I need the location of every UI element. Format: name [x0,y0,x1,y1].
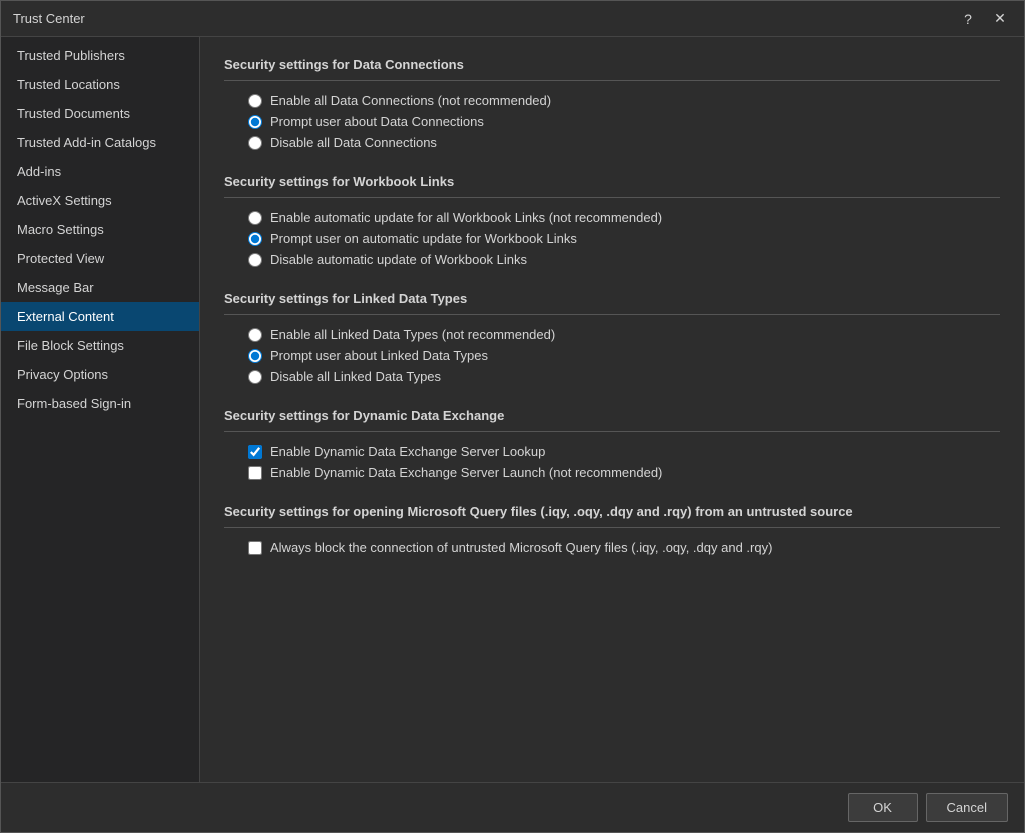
section-data-connections: Security settings for Data Connections En… [224,57,1000,150]
content-area: Trusted PublishersTrusted LocationsTrust… [1,37,1024,782]
section-title-linked-data-types: Security settings for Linked Data Types [224,291,1000,306]
sidebar-item-privacy-options[interactable]: Privacy Options [1,360,199,389]
input-wl-disable[interactable] [248,253,262,267]
label-dc-disable: Disable all Data Connections [270,135,437,150]
option-ldt-prompt[interactable]: Prompt user about Linked Data Types [248,348,1000,363]
option-ldt-disable[interactable]: Disable all Linked Data Types [248,369,1000,384]
section-workbook-links: Security settings for Workbook Links Enab… [224,174,1000,267]
sidebar-item-protected-view[interactable]: Protected View [1,244,199,273]
option-dde-launch[interactable]: Enable Dynamic Data Exchange Server Laun… [248,465,1000,480]
input-wl-prompt[interactable] [248,232,262,246]
input-dc-disable[interactable] [248,136,262,150]
label-dc-prompt: Prompt user about Data Connections [270,114,484,129]
option-group-workbook-links: Enable automatic update for all Workbook… [224,210,1000,267]
input-ldt-prompt[interactable] [248,349,262,363]
main-content: Security settings for Data Connections En… [200,37,1024,782]
option-ldt-enable[interactable]: Enable all Linked Data Types (not recomm… [248,327,1000,342]
section-divider-data-connections [224,80,1000,81]
option-mq-block[interactable]: Always block the connection of untrusted… [248,540,1000,555]
label-ldt-prompt: Prompt user about Linked Data Types [270,348,488,363]
section-linked-data-types: Security settings for Linked Data Types E… [224,291,1000,384]
help-button[interactable]: ? [956,7,980,31]
option-dc-enable[interactable]: Enable all Data Connections (not recomme… [248,93,1000,108]
label-dde-lookup: Enable Dynamic Data Exchange Server Look… [270,444,545,459]
dialog-title: Trust Center [13,11,85,26]
sidebar-item-trusted-publishers[interactable]: Trusted Publishers [1,41,199,70]
sidebar-item-form-based-sign-in[interactable]: Form-based Sign-in [1,389,199,418]
option-group-data-connections: Enable all Data Connections (not recomme… [224,93,1000,150]
option-dc-prompt[interactable]: Prompt user about Data Connections [248,114,1000,129]
sidebar: Trusted PublishersTrusted LocationsTrust… [1,37,200,782]
input-ldt-enable[interactable] [248,328,262,342]
option-dc-disable[interactable]: Disable all Data Connections [248,135,1000,150]
label-mq-block: Always block the connection of untrusted… [270,540,772,555]
section-dynamic-data-exchange: Security settings for Dynamic Data Excha… [224,408,1000,480]
sidebar-item-add-ins[interactable]: Add-ins [1,157,199,186]
label-dde-launch: Enable Dynamic Data Exchange Server Laun… [270,465,662,480]
section-title-dynamic-data-exchange: Security settings for Dynamic Data Excha… [224,408,1000,423]
section-microsoft-query: Security settings for opening Microsoft … [224,504,1000,555]
input-dc-prompt[interactable] [248,115,262,129]
label-dc-enable: Enable all Data Connections (not recomme… [270,93,551,108]
option-wl-prompt[interactable]: Prompt user on automatic update for Work… [248,231,1000,246]
footer: OK Cancel [1,782,1024,832]
title-bar-right: ? ✕ [956,7,1012,31]
title-bar-left: Trust Center [13,11,85,26]
section-title-workbook-links: Security settings for Workbook Links [224,174,1000,189]
option-wl-disable[interactable]: Disable automatic update of Workbook Lin… [248,252,1000,267]
option-wl-enable[interactable]: Enable automatic update for all Workbook… [248,210,1000,225]
label-wl-enable: Enable automatic update for all Workbook… [270,210,662,225]
sidebar-item-macro-settings[interactable]: Macro Settings [1,215,199,244]
cancel-button[interactable]: Cancel [926,793,1008,822]
sidebar-item-activex-settings[interactable]: ActiveX Settings [1,186,199,215]
label-wl-prompt: Prompt user on automatic update for Work… [270,231,577,246]
input-dde-launch[interactable] [248,466,262,480]
close-button[interactable]: ✕ [988,7,1012,31]
sidebar-item-trusted-locations[interactable]: Trusted Locations [1,70,199,99]
label-wl-disable: Disable automatic update of Workbook Lin… [270,252,527,267]
option-dde-lookup[interactable]: Enable Dynamic Data Exchange Server Look… [248,444,1000,459]
input-mq-block[interactable] [248,541,262,555]
section-title-microsoft-query: Security settings for opening Microsoft … [224,504,1000,519]
input-dc-enable[interactable] [248,94,262,108]
section-divider-linked-data-types [224,314,1000,315]
sidebar-item-message-bar[interactable]: Message Bar [1,273,199,302]
label-ldt-enable: Enable all Linked Data Types (not recomm… [270,327,555,342]
title-bar: Trust Center ? ✕ [1,1,1024,37]
section-divider-microsoft-query [224,527,1000,528]
sidebar-item-external-content[interactable]: External Content [1,302,199,331]
section-title-data-connections: Security settings for Data Connections [224,57,1000,72]
option-group-microsoft-query: Always block the connection of untrusted… [224,540,1000,555]
option-group-linked-data-types: Enable all Linked Data Types (not recomm… [224,327,1000,384]
input-dde-lookup[interactable] [248,445,262,459]
ok-button[interactable]: OK [848,793,918,822]
label-ldt-disable: Disable all Linked Data Types [270,369,441,384]
section-divider-dynamic-data-exchange [224,431,1000,432]
input-ldt-disable[interactable] [248,370,262,384]
trust-center-dialog: Trust Center ? ✕ Trusted PublishersTrust… [0,0,1025,833]
sidebar-item-trusted-add-in-catalogs[interactable]: Trusted Add-in Catalogs [1,128,199,157]
option-group-dynamic-data-exchange: Enable Dynamic Data Exchange Server Look… [224,444,1000,480]
section-divider-workbook-links [224,197,1000,198]
sidebar-item-file-block-settings[interactable]: File Block Settings [1,331,199,360]
input-wl-enable[interactable] [248,211,262,225]
sidebar-item-trusted-documents[interactable]: Trusted Documents [1,99,199,128]
